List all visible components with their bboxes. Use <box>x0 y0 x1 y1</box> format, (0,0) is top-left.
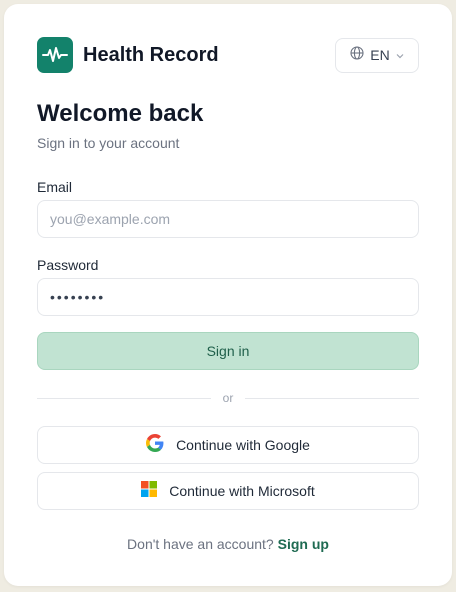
globe-icon <box>350 45 364 65</box>
language-selector[interactable]: EN <box>335 37 419 73</box>
sign-up-link[interactable]: Sign up <box>278 536 329 552</box>
signup-prompt-text: Don't have an account? <box>127 536 274 552</box>
card-header: Health Record EN <box>37 37 419 73</box>
email-label: Email <box>37 179 73 195</box>
divider-line <box>37 397 211 399</box>
page-title: Welcome back <box>37 100 204 127</box>
signup-prompt: Don't have an account? Sign up <box>4 536 452 552</box>
google-button-label: Continue with Google <box>176 437 310 453</box>
microsoft-sign-in-button[interactable]: Continue with Microsoft <box>37 472 419 510</box>
login-card: Health Record EN Welcome back Sign in to… <box>4 4 452 586</box>
page-subtitle: Sign in to your account <box>37 135 180 151</box>
sign-in-button[interactable]: Sign in <box>37 332 419 370</box>
google-icon <box>146 433 164 457</box>
brand-name: Health Record <box>83 43 219 66</box>
chevron-down-icon <box>396 46 404 64</box>
password-label: Password <box>37 257 99 273</box>
language-label: EN <box>370 47 390 63</box>
google-sign-in-button[interactable]: Continue with Google <box>37 426 419 464</box>
divider-text: or <box>222 391 234 405</box>
pulse-icon <box>37 37 73 73</box>
divider-line <box>245 397 420 399</box>
microsoft-button-label: Continue with Microsoft <box>169 483 315 499</box>
email-field[interactable] <box>37 200 419 238</box>
microsoft-icon <box>141 480 158 502</box>
brand: Health Record <box>37 37 219 73</box>
divider: or <box>37 390 420 406</box>
password-field[interactable] <box>37 278 419 316</box>
